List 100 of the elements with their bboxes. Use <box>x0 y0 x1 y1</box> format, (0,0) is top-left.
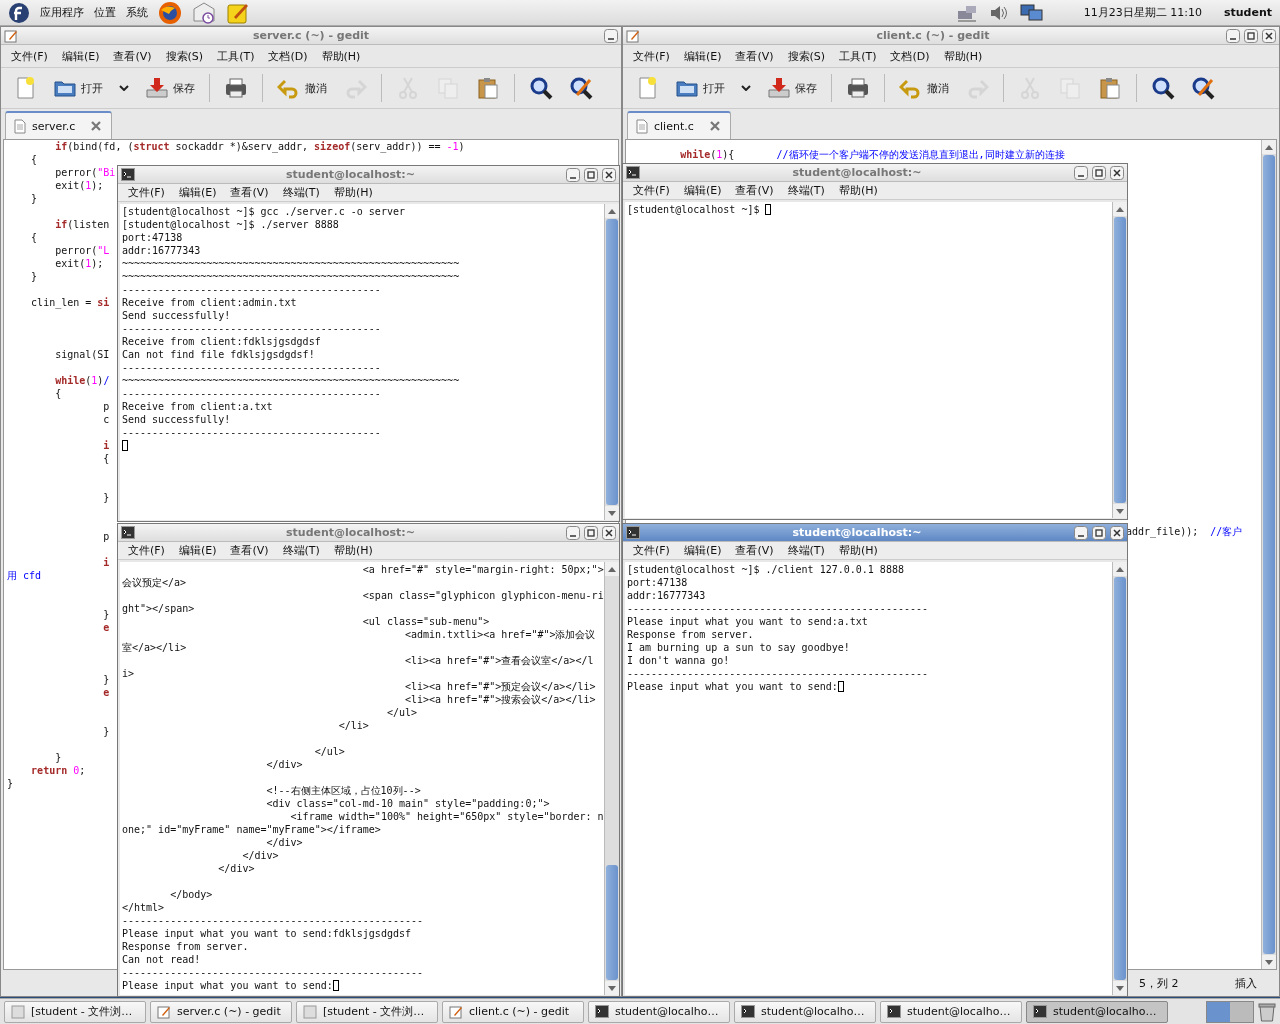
save-button[interactable]: 保存 <box>139 74 201 102</box>
clock[interactable]: 11月23日星期二 11:10 <box>1083 5 1202 20</box>
scrollbar-thumb[interactable] <box>606 865 618 980</box>
menu-item[interactable]: 编辑(E) <box>683 543 722 558</box>
maximize-button[interactable] <box>1092 525 1106 540</box>
panel-menu[interactable]: 应用程序 <box>40 5 84 20</box>
menu-item[interactable]: 查看(V) <box>230 185 269 200</box>
save-button[interactable]: 保存 <box>761 74 823 102</box>
menu-item[interactable]: 帮助(H) <box>321 48 361 64</box>
menu-item[interactable]: 搜索(S) <box>787 48 826 64</box>
menu-item[interactable]: 查看(V) <box>735 48 774 64</box>
scrollbar-thumb[interactable] <box>1114 217 1126 503</box>
close-button[interactable] <box>602 525 616 540</box>
taskbar-button[interactable]: client.c (~) - gedit <box>442 1000 584 1023</box>
minimize-button[interactable] <box>1226 28 1240 43</box>
scroll-up-icon[interactable] <box>608 566 616 572</box>
close-button[interactable] <box>1110 165 1124 180</box>
menu-item[interactable]: 编辑(E) <box>61 48 100 64</box>
close-button[interactable] <box>1262 28 1276 43</box>
menu-item[interactable]: 文档(D) <box>890 48 930 64</box>
menu-item[interactable]: 查看(V) <box>735 183 774 198</box>
minimize-button[interactable] <box>566 167 580 182</box>
menu-item[interactable]: 文件(F) <box>11 48 48 64</box>
scroll-down-icon[interactable] <box>1265 959 1273 965</box>
menu-item[interactable]: 编辑(E) <box>683 48 722 64</box>
menu-item[interactable]: 终端(T) <box>787 543 825 558</box>
scrollbar[interactable] <box>1112 202 1127 518</box>
scrollbar-thumb[interactable] <box>1263 155 1275 954</box>
menu-item[interactable]: 编辑(E) <box>178 543 217 558</box>
undo-button[interactable]: 撤消 <box>271 74 333 102</box>
minimize-button[interactable] <box>1074 525 1088 540</box>
close-icon[interactable] <box>709 121 720 131</box>
panel-menu[interactable]: 系统 <box>126 5 148 20</box>
menu-item[interactable]: 帮助(H) <box>943 48 983 64</box>
close-icon[interactable] <box>91 121 102 131</box>
menu-item[interactable]: 文件(F) <box>128 543 165 558</box>
taskbar-button[interactable]: server.c (~) - gedit <box>150 1000 292 1023</box>
workspace-switcher[interactable] <box>1206 1000 1254 1023</box>
taskbar-button[interactable]: [student - 文件浏… <box>296 1000 438 1023</box>
maximize-button[interactable] <box>1244 28 1258 43</box>
title-bar[interactable]: student@localhost:~ <box>623 164 1127 182</box>
menu-item[interactable]: 终端(T) <box>282 185 320 200</box>
menu-item[interactable]: 查看(V) <box>735 543 774 558</box>
minimize-button[interactable] <box>1074 165 1088 180</box>
menu-item[interactable]: 帮助(H) <box>838 183 878 198</box>
menu-item[interactable]: 编辑(E) <box>178 185 217 200</box>
menu-item[interactable]: 工具(T) <box>839 48 877 64</box>
scrollbar[interactable] <box>604 562 619 995</box>
open-button[interactable]: 打开 <box>47 74 109 102</box>
menu-item[interactable]: 文件(F) <box>633 183 670 198</box>
envelope-clock-icon[interactable] <box>192 0 216 25</box>
menu-item[interactable]: 搜索(S) <box>165 48 204 64</box>
taskbar-button[interactable]: student@localho… <box>880 1000 1022 1023</box>
globe-icon[interactable] <box>158 0 182 25</box>
scroll-up-icon[interactable] <box>608 208 616 214</box>
trash-icon[interactable] <box>1258 1001 1276 1022</box>
scroll-up-icon[interactable] <box>1116 206 1124 212</box>
scroll-up-icon[interactable] <box>1265 144 1273 150</box>
menu-item[interactable]: 查看(V) <box>113 48 152 64</box>
scroll-down-icon[interactable] <box>608 510 616 516</box>
scrollbar-thumb[interactable] <box>1114 577 1126 980</box>
panel-menu[interactable]: 位置 <box>94 5 116 20</box>
menu-item[interactable]: 文档(D) <box>268 48 308 64</box>
maximize-button[interactable] <box>584 167 598 182</box>
undo-button[interactable]: 撤消 <box>893 74 955 102</box>
document-tab[interactable]: client.c <box>627 111 731 139</box>
menu-item[interactable]: 编辑(E) <box>683 183 722 198</box>
scroll-up-icon[interactable] <box>1116 566 1124 572</box>
menu-item[interactable]: 终端(T) <box>787 183 825 198</box>
maximize-button[interactable] <box>584 525 598 540</box>
maximize-button[interactable] <box>1092 165 1106 180</box>
scrollbar[interactable] <box>604 204 619 520</box>
taskbar-button[interactable]: student@localho… <box>734 1000 876 1023</box>
taskbar-button[interactable]: [student - 文件浏… <box>4 1000 146 1023</box>
menu-item[interactable]: 帮助(H) <box>838 543 878 558</box>
open-button[interactable]: 打开 <box>669 74 731 102</box>
minimize-button[interactable] <box>566 525 580 540</box>
document-tab[interactable]: server.c <box>5 111 113 139</box>
scrollbar[interactable] <box>1112 562 1127 995</box>
logo-icon[interactable] <box>8 1 30 24</box>
menu-item[interactable]: 工具(T) <box>217 48 255 64</box>
title-bar[interactable]: student@localhost:~ <box>118 166 619 184</box>
scroll-down-icon[interactable] <box>608 985 616 991</box>
scrollbar[interactable] <box>1261 140 1276 969</box>
menu-item[interactable]: 查看(V) <box>230 543 269 558</box>
menu-item[interactable]: 帮助(H) <box>333 543 373 558</box>
taskbar-button[interactable]: student@localho… <box>588 1000 730 1023</box>
scroll-down-icon[interactable] <box>1116 985 1124 991</box>
scrollbar-thumb[interactable] <box>606 219 618 505</box>
taskbar-button[interactable]: student@localho… <box>1026 1000 1168 1023</box>
close-button[interactable] <box>1110 525 1124 540</box>
monitors-icon[interactable] <box>1019 2 1044 23</box>
title-bar[interactable]: student@localhost:~ <box>118 524 619 542</box>
close-button[interactable] <box>602 167 616 182</box>
scroll-down-icon[interactable] <box>1116 508 1124 514</box>
menu-item[interactable]: 文件(F) <box>633 48 670 64</box>
menu-item[interactable]: 文件(F) <box>633 543 670 558</box>
minimize-button[interactable] <box>604 28 618 43</box>
menu-item[interactable]: 终端(T) <box>282 543 320 558</box>
user-name[interactable]: student <box>1223 6 1272 19</box>
